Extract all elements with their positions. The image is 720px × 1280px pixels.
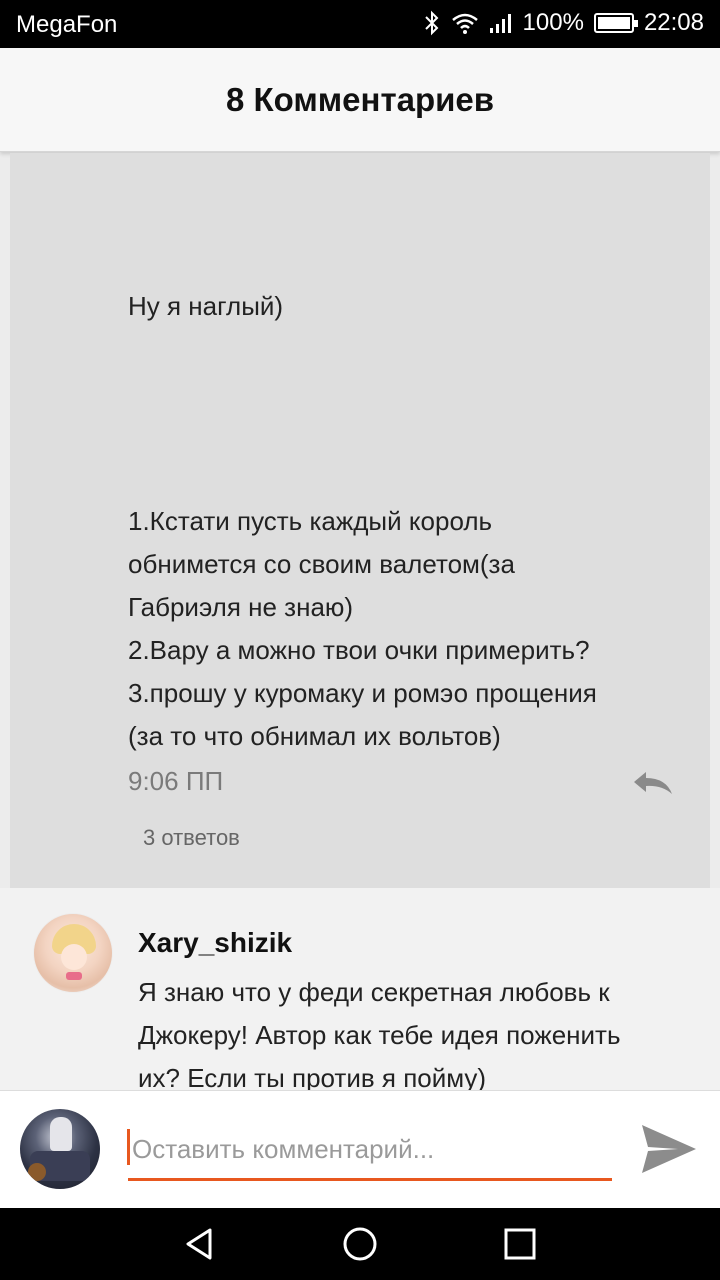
comment-line: 2.Вару а можно твои очки примерить? — [128, 635, 590, 665]
comment-line: Джокеру! Автор как тебе идея поженить — [138, 1020, 621, 1050]
comment-username[interactable]: Xary_shizik — [138, 927, 292, 959]
comment-line: Ну я наглый) — [128, 291, 284, 321]
status-bar: MegaFon 100% 22:08 — [0, 0, 720, 48]
recents-icon[interactable] — [502, 1226, 538, 1262]
comment-timestamp: 9:06 ПП — [128, 766, 224, 796]
comment-line: обнимется со своим валетом(за — [128, 549, 515, 579]
replies-link[interactable]: 3 ответов — [143, 825, 240, 851]
home-icon[interactable] — [342, 1226, 378, 1262]
reply-icon[interactable] — [630, 768, 676, 798]
comments-list[interactable]: Ну я наглый) 1.Кстати пусть каждый корол… — [0, 153, 720, 1090]
comment-body: Я знаю что у феди секретная любовь к Джо… — [138, 971, 698, 1090]
comment-line: (за то что обнимал их вольтов) — [128, 721, 501, 751]
carrier-name: MegaFon — [16, 11, 118, 38]
signal-icon — [489, 14, 511, 33]
comment-line: 1.Кстати пусть каждый король — [128, 506, 493, 536]
send-icon[interactable] — [640, 1121, 698, 1177]
avatar[interactable] — [33, 913, 113, 993]
comment-input[interactable] — [128, 1121, 612, 1181]
navigation-bar — [0, 1208, 720, 1280]
battery-percent: 100% — [522, 9, 584, 36]
my-avatar — [20, 1109, 100, 1189]
page-title: 8 Комментариев — [225, 80, 495, 118]
clock: 22:08 — [643, 9, 704, 36]
bluetooth-icon — [424, 10, 438, 36]
back-icon[interactable] — [182, 1226, 218, 1262]
comment-line: Габриэля не знаю) — [128, 592, 354, 622]
status-icons: 100% 22:08 — [423, 9, 704, 37]
wifi-icon — [451, 13, 478, 34]
comment-composer — [0, 1090, 720, 1208]
app-header: 8 Комментариев — [0, 48, 720, 152]
comment-line: их? Если ты против я пойму) — [138, 1063, 487, 1090]
battery-icon — [593, 13, 638, 33]
comment-line: Я знаю что у феди секретная любовь к — [138, 977, 610, 1007]
text-cursor — [127, 1129, 130, 1165]
comment-line: 3.прошу у куромаку и ромэо прощения — [128, 678, 597, 708]
